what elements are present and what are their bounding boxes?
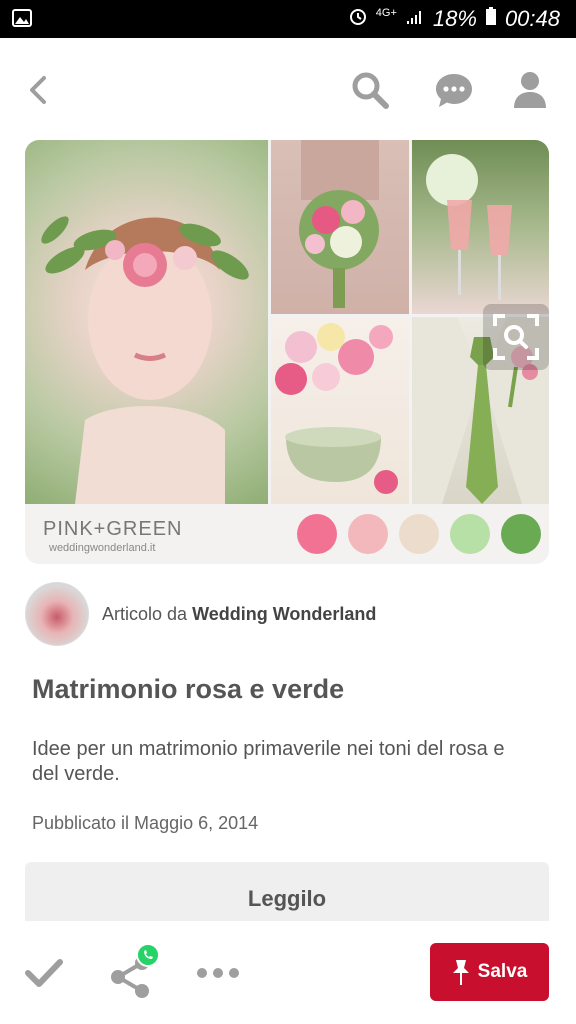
status-bar: 4G+ 18% 00:48 (0, 0, 576, 38)
check-icon (25, 959, 63, 987)
clock: 00:48 (504, 6, 560, 31)
swatch-light-pink (348, 514, 388, 554)
battery-icon (485, 6, 497, 32)
more-options-button[interactable] (192, 951, 244, 995)
battery-percent: 18% (432, 6, 477, 31)
champagne-glasses-photo (412, 140, 549, 314)
pin-title: Matrimonio rosa e verde (32, 674, 345, 704)
share-button[interactable] (106, 943, 166, 1003)
signal-icon (405, 6, 425, 32)
chat-icon (436, 74, 472, 107)
alarm-icon (348, 6, 368, 32)
attribution-prefix: Articolo da (102, 603, 188, 624)
swatch-beige (399, 514, 439, 554)
pin-image[interactable]: PINK+GREEN weddingwonderland.it (25, 140, 549, 564)
visual-search-icon (493, 314, 539, 360)
visual-search-button[interactable] (483, 304, 549, 370)
search-button[interactable] (346, 66, 394, 114)
bride-flower-crown-photo (25, 140, 268, 504)
swatch-light-green (450, 514, 490, 554)
swatch-pink (297, 514, 337, 554)
bridesmaid-bouquet-photo (271, 140, 409, 314)
back-icon (30, 76, 46, 104)
network-type: 4G+ (375, 7, 397, 19)
gallery-notification-icon (12, 9, 32, 32)
published-date: Pubblicato il Maggio 6, 2014 (32, 813, 259, 833)
search-icon (352, 72, 389, 109)
attribution-text: Articolo da Wedding Wonderland (102, 604, 376, 625)
save-button[interactable]: Salva (430, 943, 549, 1001)
profile-icon (514, 72, 546, 108)
pin-description: Idee per un matrimonio primaverile nei t… (32, 738, 505, 785)
whatsapp-icon (136, 943, 160, 967)
tried-it-button[interactable] (22, 951, 66, 995)
source-attribution[interactable]: Articolo da Wedding Wonderland (25, 582, 376, 646)
back-button[interactable] (18, 68, 58, 112)
messages-button[interactable] (430, 66, 478, 114)
ranunculus-teacup-photo (271, 317, 409, 504)
save-label: Salva (477, 961, 528, 982)
profile-button[interactable] (506, 66, 554, 114)
pin-icon (452, 960, 469, 985)
top-nav (0, 38, 576, 140)
palette-title: PINK+GREEN (43, 518, 183, 540)
palette-site: weddingwonderland.it (49, 542, 156, 554)
source-avatar[interactable] (25, 582, 89, 646)
swatch-green (501, 514, 541, 554)
bottom-action-bar: Salva (0, 921, 576, 1024)
more-icon (197, 968, 239, 978)
color-palette: PINK+GREEN weddingwonderland.it (25, 504, 549, 564)
attribution-source-name[interactable]: Wedding Wonderland (192, 604, 376, 624)
